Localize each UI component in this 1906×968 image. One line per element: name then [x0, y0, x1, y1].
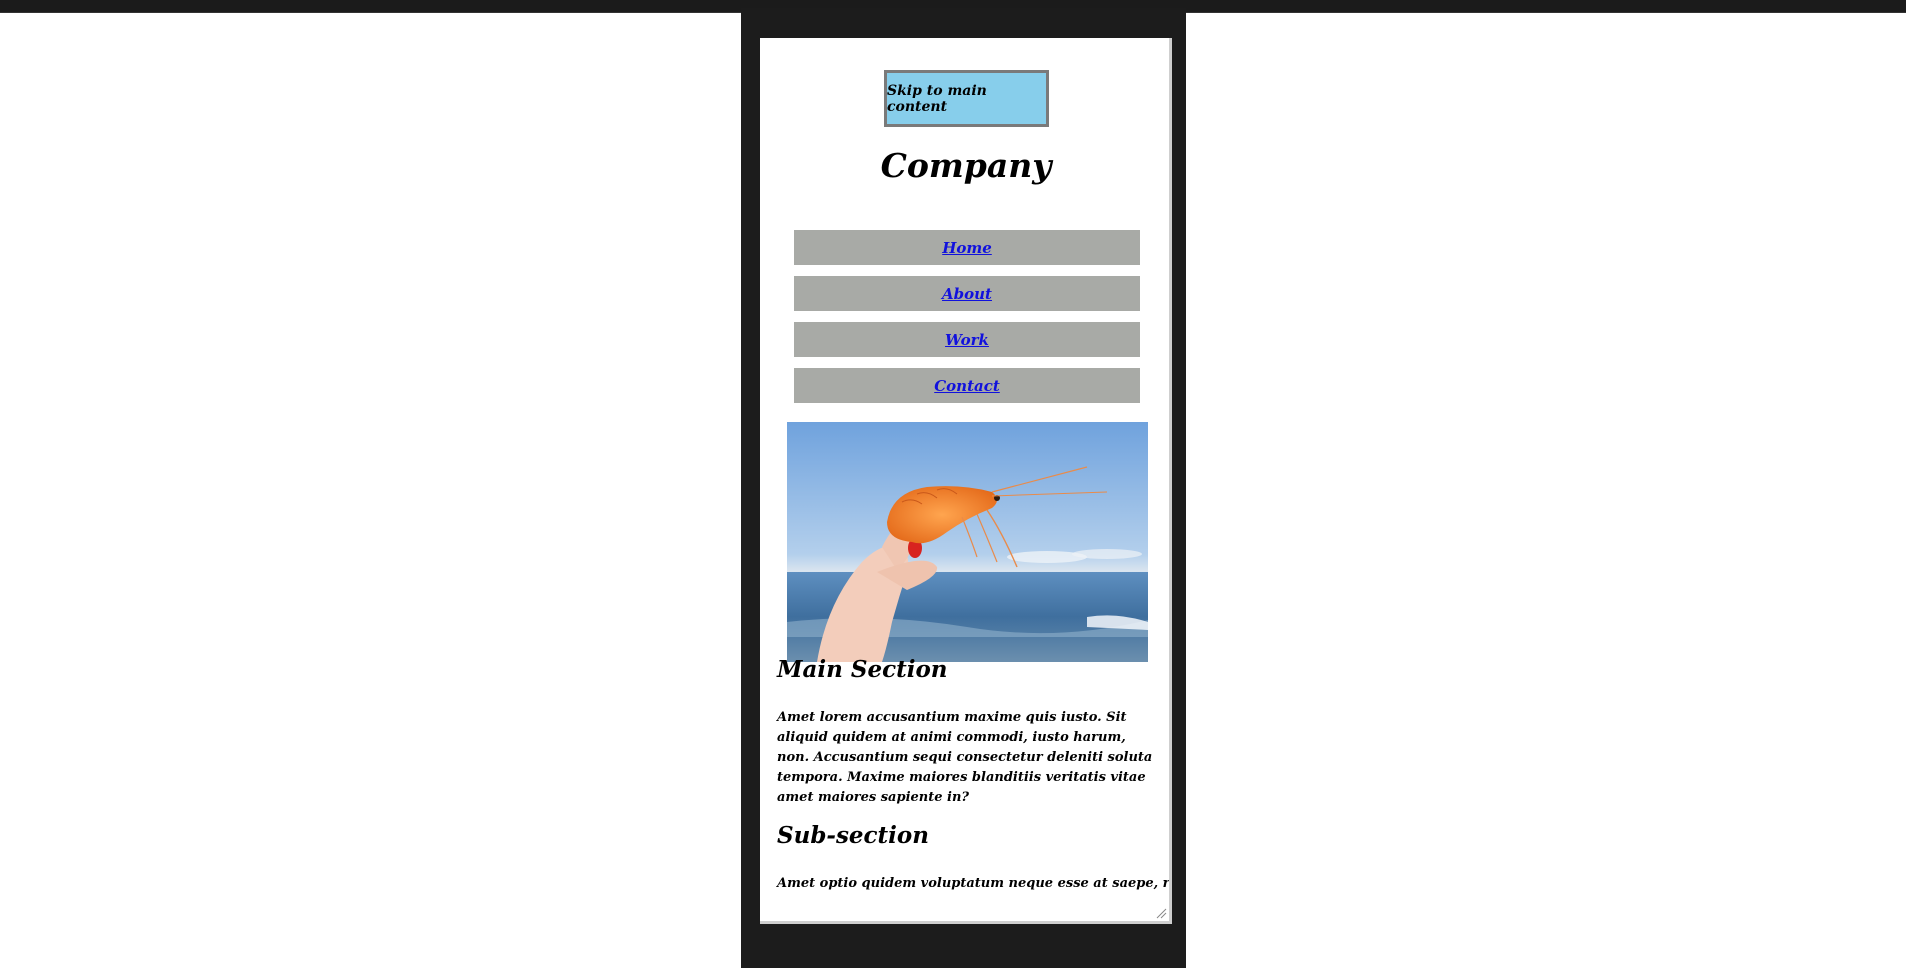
site-title: Company — [880, 146, 1052, 185]
sub-section-heading: Sub-section — [777, 822, 929, 849]
main-section-paragraph: Amet lorem accusantium maxime quis iusto… — [777, 710, 1153, 805]
nav-link-work[interactable]: Work — [945, 331, 989, 349]
main-section-heading: Main Section — [777, 656, 948, 683]
nav-link-about[interactable]: About — [942, 285, 992, 303]
nav-link-contact[interactable]: Contact — [934, 377, 1000, 395]
hero-image — [787, 422, 1148, 662]
skip-to-main-link[interactable]: Skip to main content — [884, 70, 1049, 127]
nav-item-work[interactable]: Work — [794, 322, 1140, 357]
page-viewport[interactable]: Skip to main content Company Home About … — [760, 38, 1172, 924]
nav-item-contact[interactable]: Contact — [794, 368, 1140, 403]
sub-section-paragraph: Amet optio quidem voluptatum neque esse … — [777, 876, 1170, 891]
nav-link-home[interactable]: Home — [942, 239, 992, 257]
nav-item-home[interactable]: Home — [794, 230, 1140, 265]
nav-item-about[interactable]: About — [794, 276, 1140, 311]
main-nav: Home About Work Contact — [794, 230, 1140, 414]
device-frame: Skip to main content Company Home About … — [741, 8, 1186, 968]
resize-grip-icon[interactable] — [1156, 908, 1167, 919]
